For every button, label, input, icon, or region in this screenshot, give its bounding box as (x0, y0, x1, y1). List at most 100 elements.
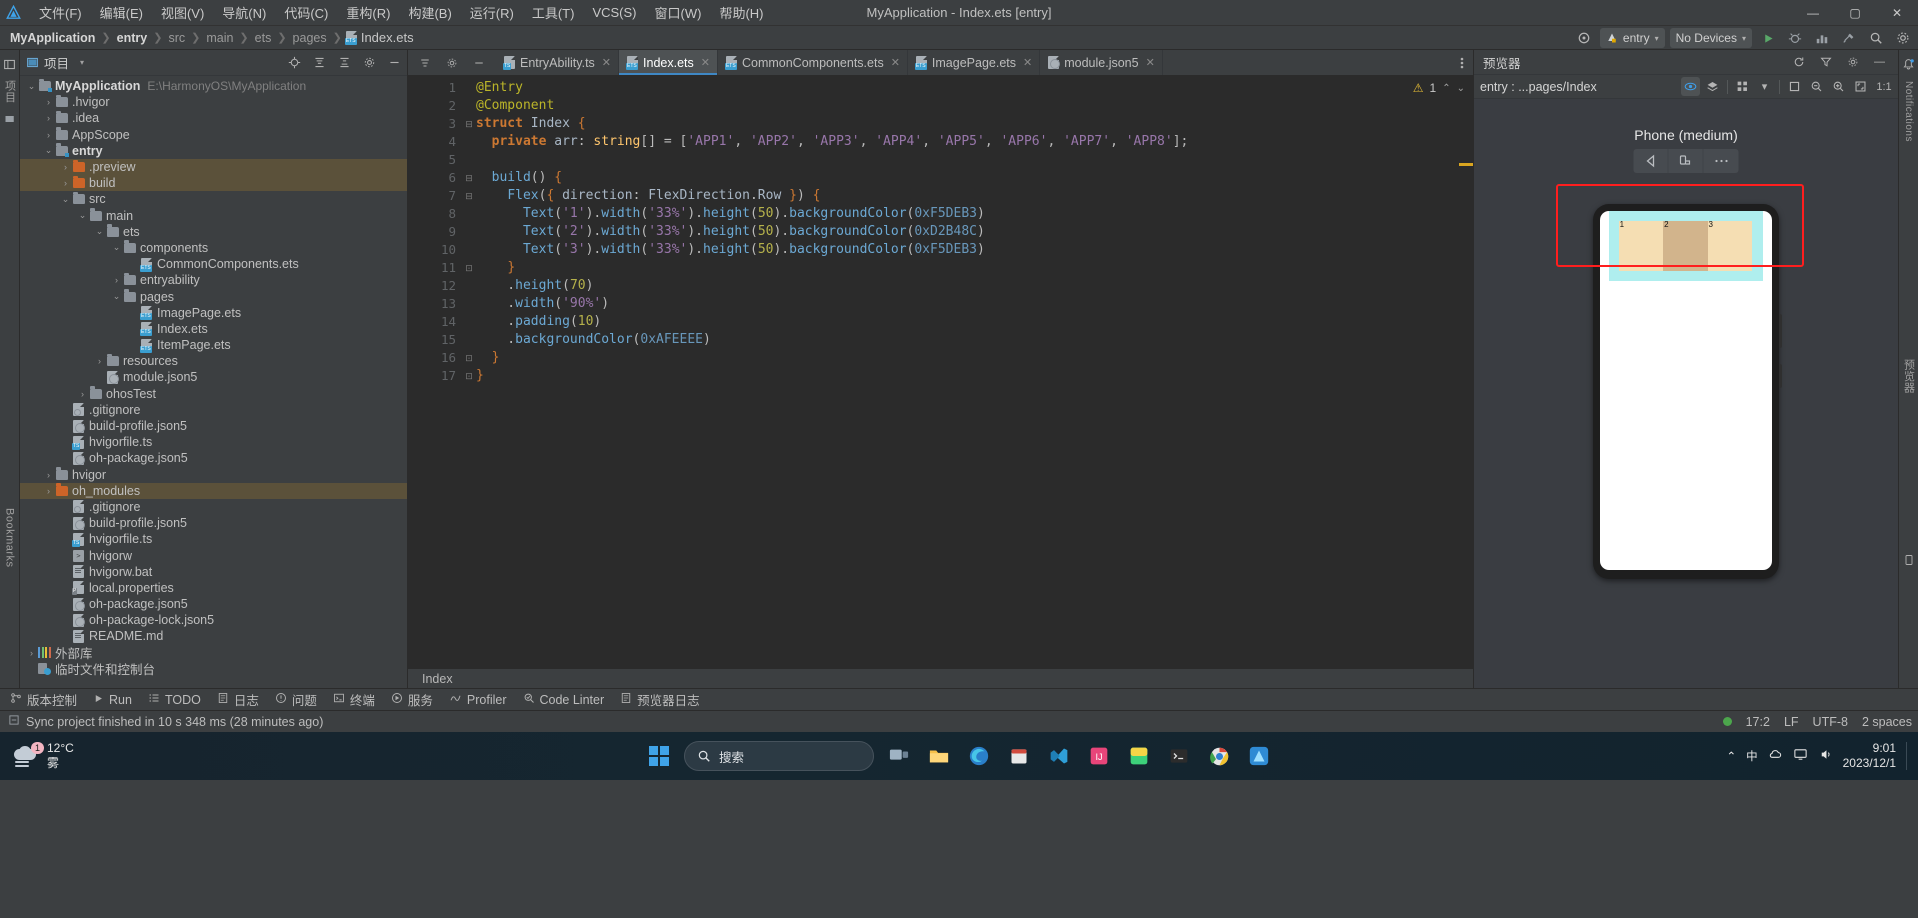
menu-help[interactable]: 帮助(H) (710, 0, 772, 25)
rail-label-notifications[interactable]: Notifications (1903, 81, 1914, 142)
tree-node-hvigorw[interactable]: > hvigorw (20, 547, 407, 563)
maximize-button[interactable]: ▢ (1834, 0, 1876, 26)
code-line[interactable]: .width('90%') (476, 295, 1473, 313)
tree-node-build-profile-json5[interactable]: build-profile.json5 (20, 515, 407, 531)
menu-build[interactable]: 构建(B) (399, 0, 460, 25)
tree-node-oh-package-lock-json5[interactable]: oh-package-lock.json5 (20, 612, 407, 628)
minimize-button[interactable]: — (1792, 0, 1834, 26)
back-icon[interactable] (1634, 149, 1669, 173)
editor-tab-module-json5[interactable]: module.json5 ✕ (1040, 50, 1163, 75)
fit-to-window-icon[interactable] (1851, 77, 1870, 96)
tool-window-run[interactable]: Run (93, 693, 132, 707)
main-menu[interactable]: 文件(F) 编辑(E) 视图(V) 导航(N) 代码(C) 重构(R) 构建(B… (30, 0, 772, 25)
tree-expand-arrow-icon[interactable]: › (60, 162, 71, 172)
editor-tabs[interactable]: TS EntryAbility.ts ✕ ETS Index.ets ✕ ETS Common… (496, 50, 1451, 75)
inspection-target-icon[interactable] (1573, 27, 1595, 49)
inspection-widget[interactable]: ⚠ 1 ⌃ ⌄ (1413, 81, 1465, 95)
code-folding-gutter[interactable]: ⊟ ⊟ ⊟ ⊡ ⊡ ⊡ (462, 75, 476, 668)
fold-marker[interactable] (462, 223, 476, 241)
code-line[interactable]: .height(70) (476, 277, 1473, 295)
tree-node-oh-package-json5[interactable]: oh-package.json5 (20, 450, 407, 466)
refresh-icon[interactable] (1789, 53, 1808, 72)
settings-gear-icon[interactable] (1892, 27, 1914, 49)
device-selector[interactable]: No Devices ▾ (1669, 28, 1752, 48)
breadcrumb-entry[interactable]: entry (115, 31, 150, 45)
tree-node----[interactable]: › 外部库 (20, 645, 407, 661)
tree-expand-arrow-icon[interactable]: ⌄ (26, 81, 37, 92)
code-line[interactable]: private arr: string[] = ['APP1', 'APP2',… (476, 133, 1473, 151)
editor-settings-gear-icon[interactable] (444, 55, 460, 71)
tree-node-module-json5[interactable]: module.json5 (20, 369, 407, 385)
taskbar-search[interactable]: 搜索 (684, 741, 874, 771)
fold-marker[interactable]: ⊡ (462, 349, 476, 367)
code-line[interactable]: Text('3').width('33%').height(50).backgr… (476, 241, 1473, 259)
tree-node-index-ets[interactable]: ETS Index.ets (20, 321, 407, 337)
fold-marker[interactable] (462, 277, 476, 295)
indent-setting[interactable]: 2 spaces (1862, 715, 1912, 729)
hide-panel-icon[interactable] (385, 54, 403, 72)
show-desktop-button[interactable] (1906, 742, 1910, 770)
window-controls[interactable]: — ▢ ✕ (1792, 0, 1918, 26)
tree-expand-arrow-icon[interactable]: › (43, 113, 54, 123)
hide-previewer-icon[interactable]: — (1870, 53, 1889, 72)
previewer-rail-icon[interactable] (1901, 552, 1917, 568)
menu-file[interactable]: 文件(F) (30, 0, 91, 25)
close-tab-icon[interactable]: ✕ (1146, 56, 1155, 69)
previewer-canvas[interactable]: Phone (medium) 1 2 3 (1474, 99, 1898, 688)
breadcrumb-main[interactable]: main (204, 31, 235, 45)
fold-marker[interactable]: ⊟ (462, 169, 476, 187)
tool-window-bar[interactable]: 版本控制 Run TODO 日志 问题 终端 服务 Profiler Code Linter 预览… (0, 688, 1918, 710)
tray-volume-icon[interactable] (1818, 747, 1833, 765)
run-config-selector[interactable]: entry ▾ (1599, 28, 1665, 48)
tree-node-src[interactable]: ⌄ src (20, 191, 407, 207)
tree-node--idea[interactable]: › .idea (20, 110, 407, 126)
tool-window---[interactable]: 服务 (391, 690, 433, 709)
cursor-position[interactable]: 17:2 (1746, 715, 1770, 729)
code-line[interactable]: @Entry (476, 79, 1473, 97)
code-line[interactable]: .padding(10) (476, 313, 1473, 331)
task-view-icon[interactable] (880, 736, 918, 776)
close-tab-icon[interactable]: ✕ (701, 56, 710, 69)
rail-label-previewer[interactable]: 预览器 (1901, 359, 1917, 394)
start-button[interactable] (640, 736, 678, 776)
menu-edit[interactable]: 编辑(E) (91, 0, 152, 25)
pycharm-icon[interactable] (1120, 736, 1158, 776)
tree-expand-arrow-icon[interactable]: › (26, 648, 37, 658)
code-line[interactable]: .backgroundColor(0xAFEEEE) (476, 331, 1473, 349)
tool-window---[interactable]: 终端 (333, 690, 375, 709)
tree-node---------[interactable]: 临时文件和控制台 (20, 661, 407, 677)
prev-problem-icon[interactable]: ⌃ (1442, 83, 1450, 94)
device-screen[interactable]: 1 2 3 (1600, 211, 1772, 570)
tree-node--gitignore[interactable]: .gitignore (20, 402, 407, 418)
code-line[interactable]: struct Index { (476, 115, 1473, 133)
project-tree[interactable]: ⌄ MyApplication E:\HarmonyOS\MyApplication… (20, 76, 407, 688)
project-panel-title[interactable]: 项目 ▾ (26, 53, 84, 72)
build-button[interactable] (1838, 27, 1860, 49)
close-tab-icon[interactable]: ✕ (891, 56, 900, 69)
tree-node-myapplication[interactable]: ⌄ MyApplication E:\HarmonyOS\MyApplication (20, 78, 407, 94)
fold-marker[interactable] (462, 97, 476, 115)
weather-widget[interactable]: 1 12°C 雾 (0, 741, 74, 771)
tree-node-ohostest[interactable]: › ohosTest (20, 386, 407, 402)
tool-window---[interactable]: 日志 (217, 690, 259, 709)
tree-expand-arrow-icon[interactable]: › (94, 356, 105, 366)
fold-marker[interactable] (462, 313, 476, 331)
tree-node-entry[interactable]: ⌄ entry (20, 143, 407, 159)
tree-node--preview[interactable]: › .preview (20, 158, 407, 176)
tree-node-main[interactable]: ⌄ main (20, 208, 407, 224)
breadcrumb-file[interactable]: ETS Index.ets (344, 30, 414, 45)
deveco-studio-taskbar-icon[interactable] (1240, 736, 1278, 776)
tree-node-components[interactable]: ⌄ components (20, 240, 407, 256)
tree-node-hvigorfile-ts[interactable]: TS hvigorfile.ts (20, 434, 407, 450)
inspector-icon[interactable] (1681, 77, 1700, 96)
rail-label-bookmarks[interactable]: Bookmarks (4, 508, 16, 568)
ime-language-indicator[interactable]: 中 (1746, 748, 1758, 764)
tab-overflow-icon[interactable] (1451, 56, 1473, 70)
code-line[interactable]: } (476, 259, 1473, 277)
tree-node-oh-modules[interactable]: › oh_modules (20, 482, 407, 499)
zoom-out-icon[interactable] (1807, 77, 1826, 96)
project-rail-icon[interactable] (2, 56, 18, 72)
file-explorer-icon[interactable] (920, 736, 958, 776)
tree-expand-arrow-icon[interactable]: ⌄ (77, 210, 88, 221)
fold-marker[interactable] (462, 79, 476, 97)
